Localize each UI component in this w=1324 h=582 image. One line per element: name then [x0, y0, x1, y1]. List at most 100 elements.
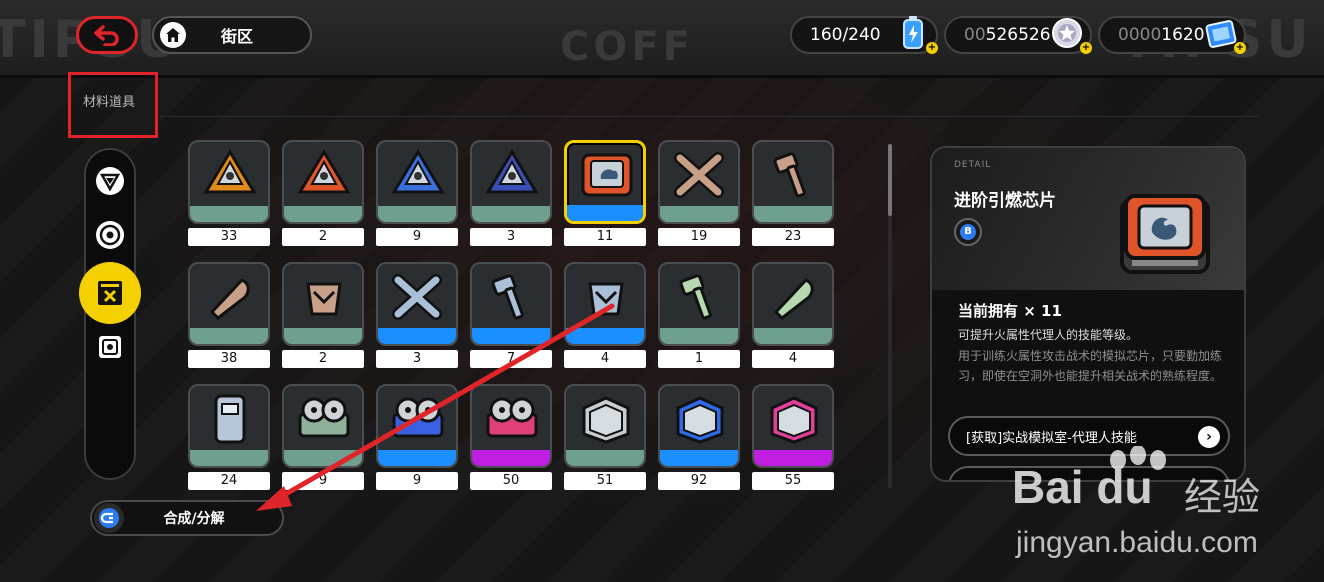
item-hammer-icon [773, 152, 806, 198]
item-slot[interactable]: 55 [752, 384, 834, 492]
item-device-icon [582, 396, 630, 444]
rarity-strip [754, 328, 832, 344]
coin-icon [1052, 18, 1082, 48]
graffiti-decor: COFF [560, 24, 695, 70]
item-slot[interactable]: 2 [282, 140, 364, 248]
divider [160, 116, 1260, 117]
item-count: 2 [282, 350, 364, 368]
item-reel-icon [392, 397, 444, 438]
section-label: 材料道具 [68, 72, 158, 138]
energy-add-icon[interactable]: + [926, 42, 938, 54]
triangle-shield-icon [96, 167, 124, 195]
rail-item-skill-materials[interactable] [79, 262, 141, 324]
currency-add-icon[interactable]: + [1080, 42, 1092, 54]
rarity-strip [190, 450, 268, 466]
synthesize-decompose-button[interactable]: 合成/分解 [90, 500, 284, 536]
item-count: 50 [470, 472, 552, 490]
item-card [470, 140, 552, 224]
item-chip-icon [581, 153, 633, 197]
item-slot[interactable]: 4 [564, 262, 646, 370]
category-rail [79, 148, 141, 480]
scrollbar-thumb[interactable] [888, 144, 892, 216]
rarity-strip [190, 328, 268, 344]
item-card [470, 262, 552, 346]
item-card [564, 262, 646, 346]
rail-item-safe[interactable] [93, 330, 127, 364]
item-card [658, 384, 740, 468]
item-count: 19 [658, 228, 740, 246]
tickets-counter[interactable]: 0000 1620 + [1098, 16, 1246, 54]
item-slot[interactable]: 1 [658, 262, 740, 370]
item-reel-icon [486, 397, 538, 438]
grid-scrollbar[interactable] [888, 144, 892, 488]
rarity-strip [660, 206, 738, 222]
item-card [752, 384, 834, 468]
item-slot[interactable]: 50 [470, 384, 552, 492]
item-slot[interactable]: 9 [282, 384, 364, 492]
item-slot[interactable]: 51 [564, 384, 646, 492]
item-slot[interactable]: 38 [188, 262, 270, 370]
item-canister-icon [214, 394, 246, 444]
item-card [658, 262, 740, 346]
synthesize-label: 合成/分解 [163, 511, 225, 527]
rarity-strip [472, 206, 550, 222]
tickets-value: 1620 [1161, 25, 1205, 45]
item-slot[interactable]: 23 [752, 140, 834, 248]
item-count: 51 [564, 472, 646, 490]
energy-counter[interactable]: 160/240 + [790, 16, 938, 54]
item-count: 23 [752, 228, 834, 246]
item-slot[interactable]: 19 [658, 140, 740, 248]
item-hammer-icon [491, 274, 524, 320]
item-slot[interactable]: 24 [188, 384, 270, 492]
currency-counter[interactable]: 00 526526 + [944, 16, 1092, 54]
energy-value: 160/240 [810, 25, 881, 45]
acquire-source-label: [获取]实战模拟室-代理人技能 [966, 430, 1137, 446]
location-pill[interactable]: 街区 [152, 16, 312, 54]
item-slot[interactable]: 9 [376, 384, 458, 492]
item-card [564, 384, 646, 468]
item-card [658, 140, 740, 224]
owned-count: 当前拥有 × 11 [958, 302, 1062, 320]
item-slot[interactable]: 7 [470, 262, 552, 370]
item-count: 2 [282, 228, 364, 246]
item-count: 33 [188, 228, 270, 246]
item-device-icon [676, 396, 724, 444]
acquire-source-button[interactable]: [获取]实战模拟室-代理人技能 › [948, 416, 1230, 456]
rarity-strip [472, 328, 550, 344]
detail-panel: DETAIL 进阶引燃芯片 B 当前拥有 × 11 可提升火属性代理人的技能等级… [930, 146, 1246, 482]
item-flavor-text: 用于训练火属性攻击战术的模拟芯片，只要勤加练习，即使在空洞外也能提升相关战术的熟… [958, 349, 1223, 383]
item-slot[interactable]: 33 [188, 140, 270, 248]
back-button[interactable] [76, 16, 138, 54]
item-slot[interactable]: 3 [376, 262, 458, 370]
item-count: 38 [188, 350, 270, 368]
rarity-strip [378, 450, 456, 466]
item-slot[interactable]: 9 [376, 140, 458, 248]
battery-icon [903, 16, 923, 49]
item-count: 9 [376, 228, 458, 246]
currency-value: 526526 [985, 25, 1051, 45]
tickets-add-icon[interactable]: + [1234, 42, 1246, 54]
rarity-strip [566, 450, 644, 466]
rarity-strip [284, 450, 362, 466]
item-card [470, 384, 552, 468]
item-slot[interactable]: 2 [282, 262, 364, 370]
item-slot[interactable]: 92 [658, 384, 740, 492]
home-icon [160, 22, 186, 48]
rail-item-disc-materials[interactable] [93, 218, 127, 252]
item-slot[interactable]: 3 [470, 140, 552, 248]
item-count: 11 [564, 228, 646, 246]
item-count: 9 [282, 472, 364, 490]
item-card [282, 384, 364, 468]
item-card [376, 384, 458, 468]
item-count: 92 [658, 472, 740, 490]
item-reel-icon [298, 397, 350, 438]
item-slot[interactable]: 4 [752, 262, 834, 370]
item-tri-icon [391, 149, 445, 194]
rarity-strip [378, 328, 456, 344]
item-count: 7 [470, 350, 552, 368]
item-slot-selected[interactable]: 11 [564, 140, 646, 248]
item-cross-icon [392, 274, 442, 320]
rail-item-agent-materials[interactable] [93, 164, 127, 198]
back-arrow-icon [94, 25, 119, 46]
rarity-strip [472, 450, 550, 466]
